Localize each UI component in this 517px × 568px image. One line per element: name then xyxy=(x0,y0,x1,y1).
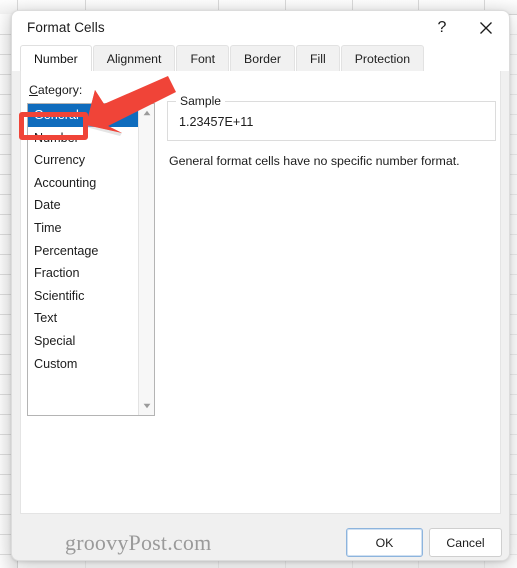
scroll-down-arrow-icon[interactable] xyxy=(139,398,154,414)
category-item-currency[interactable]: Currency xyxy=(28,149,139,172)
category-item-text[interactable]: Text xyxy=(28,307,139,330)
format-description: General format cells have no specific nu… xyxy=(169,154,460,168)
tab-number[interactable]: Number xyxy=(20,45,92,72)
category-list-scrollbar[interactable] xyxy=(138,104,154,415)
tab-border[interactable]: Border xyxy=(230,45,295,72)
tab-alignment[interactable]: Alignment xyxy=(92,45,176,72)
highlight-box-number xyxy=(19,112,88,140)
category-item-time[interactable]: Time xyxy=(28,217,139,240)
question-mark-icon: ? xyxy=(437,19,447,36)
category-list-items: General Number Currency Accounting Date Time P… xyxy=(28,104,139,375)
category-item-scientific[interactable]: Scientific xyxy=(28,285,139,308)
category-item-fraction[interactable]: Fraction xyxy=(28,262,139,285)
tab-font[interactable]: Font xyxy=(176,45,230,72)
sample-group-title: Sample xyxy=(176,94,226,108)
close-button[interactable] xyxy=(465,11,507,45)
category-item-date[interactable]: Date xyxy=(28,194,139,217)
category-label: Category: xyxy=(29,83,82,97)
category-listbox[interactable]: General Number Currency Accounting Date Time P… xyxy=(27,103,155,416)
cancel-button[interactable]: Cancel xyxy=(429,528,502,557)
sample-value: 1.23457E+11 xyxy=(179,115,254,129)
help-button[interactable]: ? xyxy=(421,11,463,45)
tab-strip: Number Alignment Font Border Fill Protec… xyxy=(12,45,509,72)
scroll-up-arrow-icon[interactable] xyxy=(139,105,154,121)
category-item-special[interactable]: Special xyxy=(28,330,139,353)
close-icon xyxy=(480,22,492,34)
dialog-title: Format Cells xyxy=(27,20,105,35)
category-label-rest: ategory: xyxy=(37,83,83,97)
watermark: groovyPost.com xyxy=(65,530,212,555)
format-cells-dialog: Format Cells ? Number Alignment Font Bor… xyxy=(11,10,510,561)
tab-fill[interactable]: Fill xyxy=(295,45,340,72)
category-label-accel: C xyxy=(29,83,38,97)
category-item-accounting[interactable]: Accounting xyxy=(28,172,139,195)
ok-button[interactable]: OK xyxy=(346,528,423,557)
tab-protection[interactable]: Protection xyxy=(340,45,425,72)
dialog-titlebar: Format Cells ? xyxy=(12,11,509,45)
category-item-percentage[interactable]: Percentage xyxy=(28,240,139,263)
number-tab-panel: Category: General Number Currency Accountin… xyxy=(20,71,501,514)
category-item-custom[interactable]: Custom xyxy=(28,353,139,376)
screenshot-root: Format Cells ? Number Alignment Font Bor… xyxy=(0,0,517,568)
